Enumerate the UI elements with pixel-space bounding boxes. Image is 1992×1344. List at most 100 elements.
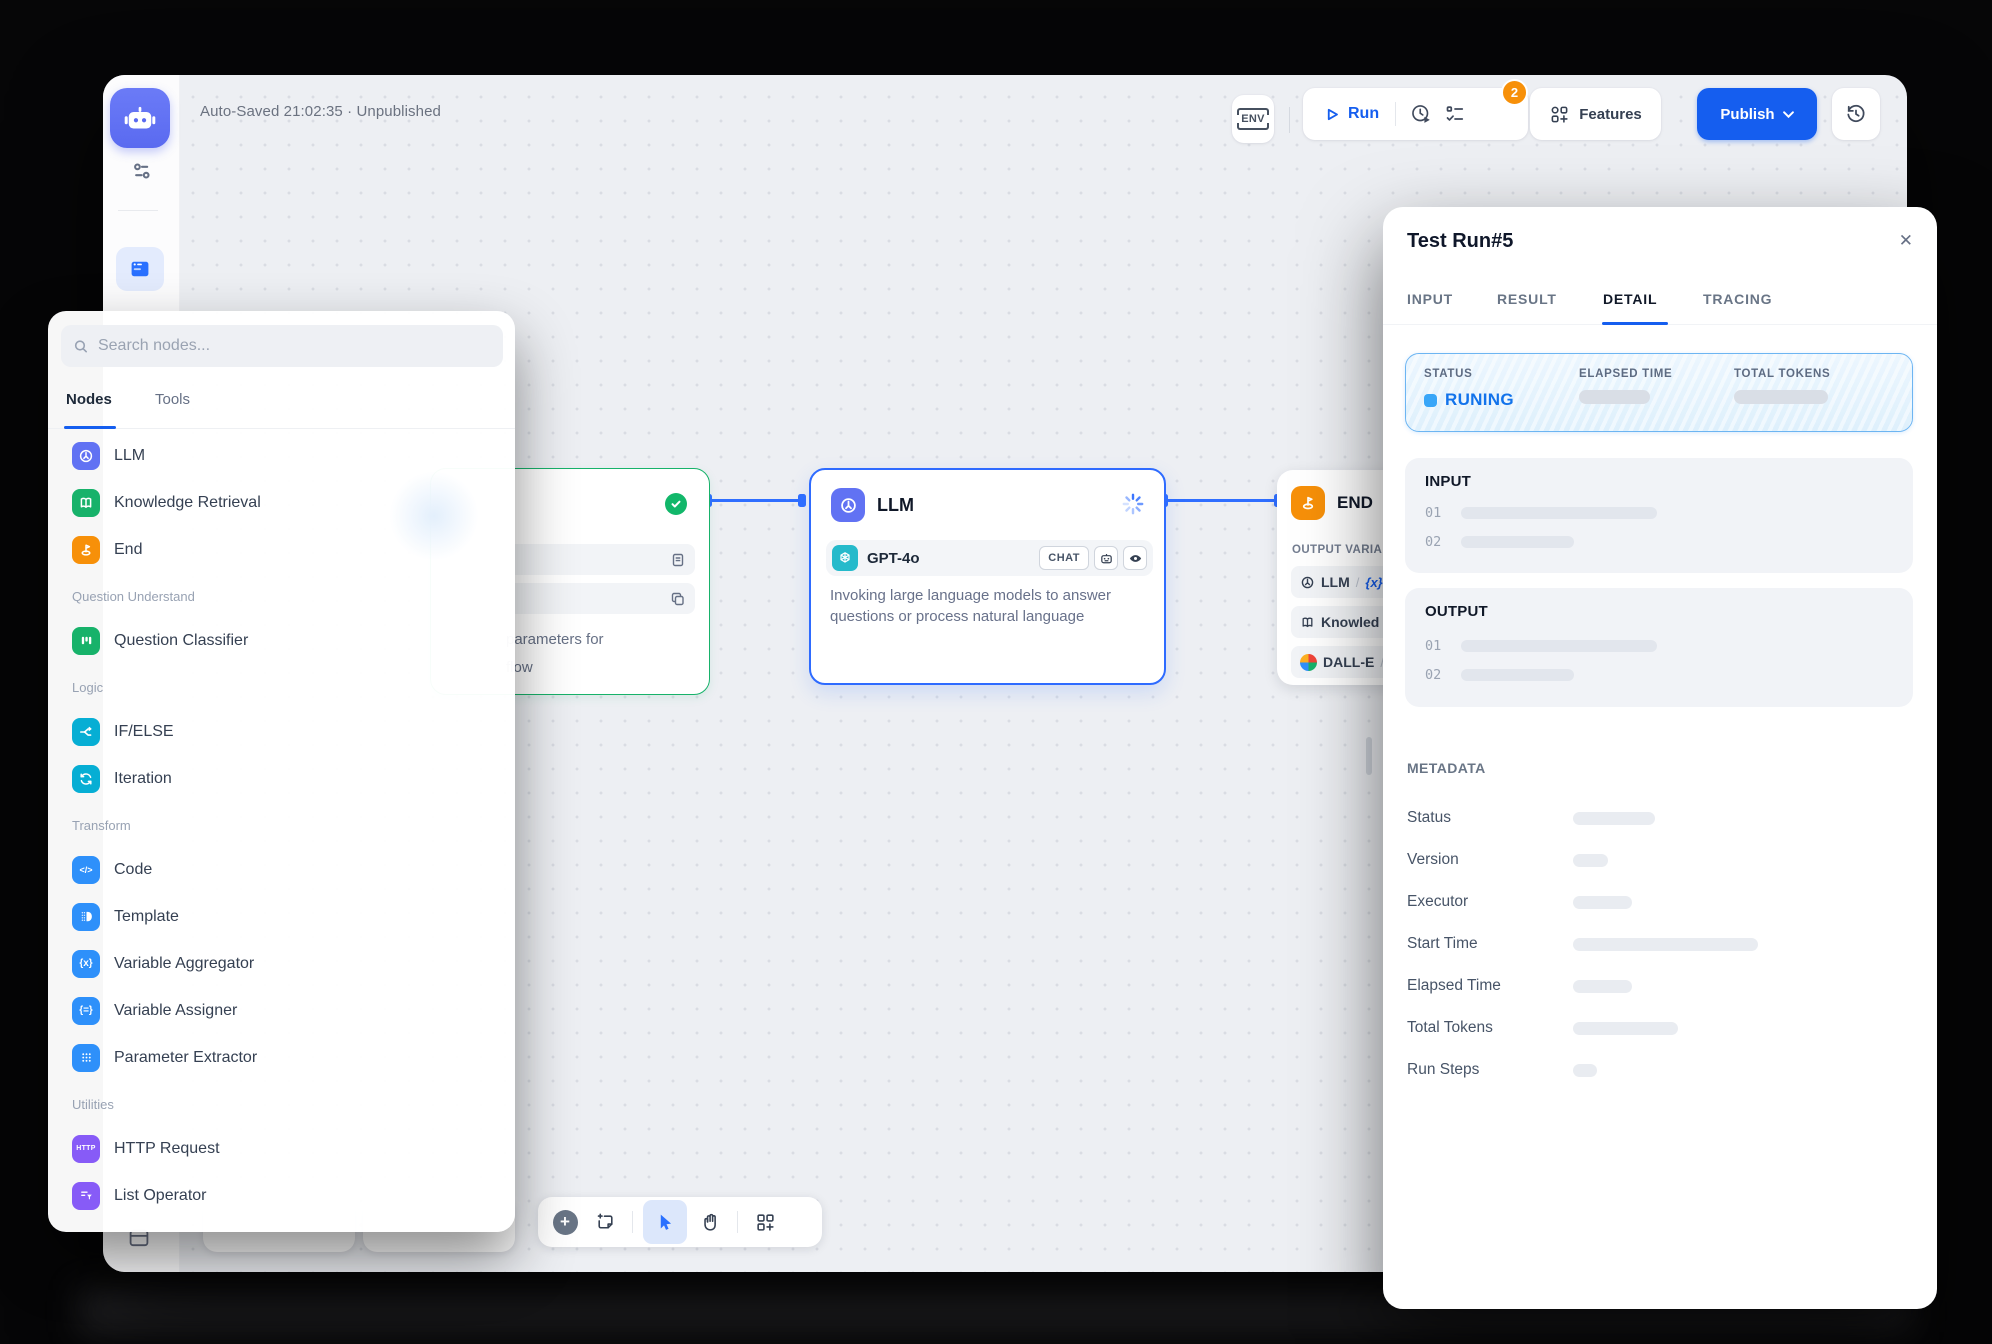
metadata-key: Total Tokens <box>1407 1019 1573 1037</box>
row-number: 02 <box>1425 534 1441 550</box>
llm-node-title: LLM <box>877 495 914 516</box>
organize-layout-button[interactable] <box>748 1205 782 1239</box>
node-item-list-operator[interactable]: List Operator <box>48 1172 515 1219</box>
output-row-1: 01 <box>1425 638 1657 654</box>
aggregator-glyph: {x} <box>79 958 92 969</box>
panel-toggle-button[interactable] <box>116 247 164 291</box>
node-item-llm[interactable]: LLM <box>48 432 515 479</box>
node-item-question-classifier[interactable]: Question Classifier <box>48 617 515 664</box>
node-item-label: Template <box>114 908 179 926</box>
node-item-iteration[interactable]: Iteration <box>48 755 515 802</box>
autosave-status: Auto-Saved 21:02:35 · Unpublished <box>200 103 441 120</box>
row-number: 01 <box>1425 505 1441 521</box>
llm-icon <box>1300 575 1315 590</box>
tab-detail[interactable]: DETAIL <box>1603 291 1657 307</box>
vision-robot-icon[interactable] <box>1094 546 1118 570</box>
http-icon: HTTP <box>72 1135 100 1163</box>
panel-resize-handle[interactable] <box>1366 737 1372 775</box>
llm-model-selector[interactable]: GPT-4o CHAT <box>826 540 1153 576</box>
sliders-icon <box>129 158 155 184</box>
publish-label: Publish <box>1720 106 1774 123</box>
checklist-button[interactable] <box>1438 97 1472 131</box>
test-run-panel: Test Run#5 ✕ INPUT RESULT DETAIL TRACING… <box>1383 207 1937 1309</box>
screenshot-stage: parameters for flow LLM GPT-4o C <box>0 0 1992 1344</box>
pill-variable: {x} <box>1365 575 1382 590</box>
add-note-button[interactable] <box>588 1205 622 1239</box>
tab-nodes[interactable]: Nodes <box>66 391 112 408</box>
vision-eye-icon[interactable] <box>1123 546 1147 570</box>
add-node-button[interactable]: + <box>548 1205 582 1239</box>
extractor-icon <box>72 1044 100 1072</box>
node-item-label: Knowledge Retrieval <box>114 494 261 512</box>
end-node-title: END <box>1337 493 1373 513</box>
clock-play-icon <box>1410 103 1432 125</box>
skeleton-bar <box>1573 1064 1597 1077</box>
node-item-label: Iteration <box>114 770 172 788</box>
node-item-template[interactable]: Template <box>48 893 515 940</box>
node-item-label: IF/ELSE <box>114 723 174 741</box>
node-item-if-else[interactable]: IF/ELSE <box>48 708 515 755</box>
version-history-button[interactable] <box>1832 88 1880 140</box>
node-picker-panel: Nodes Tools LLM Knowledge Retrieval <box>48 311 515 1232</box>
metadata-label: METADATA <box>1407 760 1486 776</box>
status-value: RUNING <box>1445 390 1514 410</box>
branch-icon <box>72 718 100 746</box>
node-item-label: LLM <box>114 447 145 465</box>
pill-label: DALL-E <box>1323 654 1374 670</box>
node-item-end[interactable]: End <box>48 526 515 573</box>
tab-tools[interactable]: Tools <box>155 391 190 408</box>
play-icon <box>1325 107 1340 122</box>
features-icon <box>1549 104 1570 125</box>
node-item-http-request[interactable]: HTTP HTTP Request <box>48 1125 515 1172</box>
tab-tracing[interactable]: TRACING <box>1703 291 1772 307</box>
node-item-knowledge-retrieval[interactable]: Knowledge Retrieval <box>48 479 515 526</box>
skeleton-bar <box>1461 669 1574 681</box>
node-item-code[interactable]: </> Code <box>48 846 515 893</box>
iteration-icon <box>72 765 100 793</box>
input-card: INPUT 01 02 <box>1405 458 1913 573</box>
end-node-header: END <box>1291 486 1373 520</box>
metadata-key: Version <box>1407 851 1573 869</box>
tab-input[interactable]: INPUT <box>1407 291 1453 307</box>
pointer-mode-button[interactable] <box>643 1200 687 1244</box>
section-utilities: Utilities <box>48 1081 515 1125</box>
hand-mode-button[interactable] <box>693 1205 727 1239</box>
layout-grid-icon <box>755 1212 776 1233</box>
section-question-understand: Question Understand <box>48 573 515 617</box>
chevron-down-icon <box>1783 111 1794 118</box>
metadata-key: Elapsed Time <box>1407 977 1573 995</box>
run-button[interactable]: Run <box>1303 105 1389 123</box>
metadata-rows: Status Version Executor Start Time Elaps… <box>1407 797 1913 1091</box>
env-variables-button[interactable]: ENV <box>1232 95 1274 143</box>
node-item-variable-assigner[interactable]: {=} Variable Assigner <box>48 987 515 1034</box>
close-icon[interactable]: ✕ <box>1899 231 1913 251</box>
classifier-icon <box>72 627 100 655</box>
tab-result[interactable]: RESULT <box>1497 291 1557 307</box>
skeleton-bar <box>1579 390 1650 404</box>
features-button[interactable]: Features <box>1530 88 1661 140</box>
llm-icon <box>831 488 865 522</box>
note-icon <box>595 1212 616 1233</box>
http-glyph: HTTP <box>76 1145 95 1152</box>
edge-llm-to-end <box>1166 499 1282 502</box>
run-label: Run <box>1348 105 1379 123</box>
workflow-settings-button[interactable] <box>126 155 158 187</box>
node-item-parameter-extractor[interactable]: Parameter Extractor <box>48 1034 515 1081</box>
app-robot-logo[interactable] <box>110 88 170 148</box>
node-item-variable-aggregator[interactable]: {x} Variable Aggregator <box>48 940 515 987</box>
publish-button[interactable]: Publish <box>1697 88 1817 140</box>
checklist-count-badge: 2 <box>1501 79 1528 106</box>
llm-node[interactable]: LLM GPT-4o CHAT Invoking la <box>809 468 1166 685</box>
pill-label: LLM <box>1321 574 1350 590</box>
plus-icon: + <box>553 1210 578 1235</box>
history-icon <box>1845 103 1867 125</box>
output-label: OUTPUT <box>1425 603 1488 620</box>
run-history-button[interactable] <box>1404 97 1438 131</box>
run-status-card: STATUS RUNING ELAPSED TIME TOTAL TOKENS <box>1405 353 1913 432</box>
node-search-input[interactable] <box>98 337 491 355</box>
input-row-1: 01 <box>1425 505 1657 521</box>
assigner-icon: {=} <box>72 997 100 1025</box>
edge-handle[interactable] <box>798 494 806 507</box>
start-node-description-line: parameters for <box>506 631 604 648</box>
cursor-icon <box>655 1212 676 1233</box>
